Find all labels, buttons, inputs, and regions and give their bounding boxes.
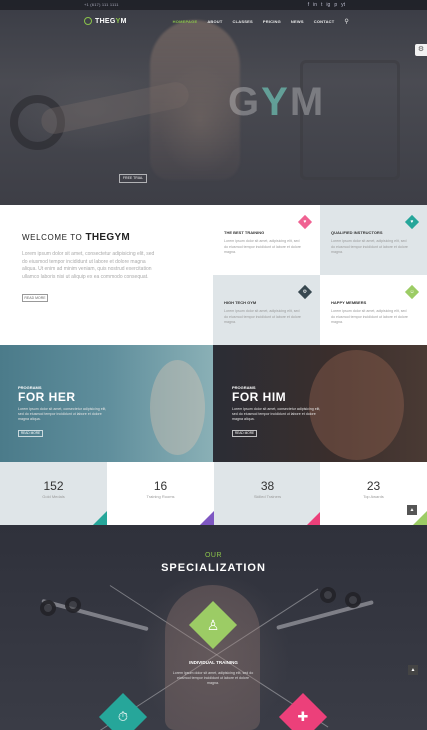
nav-item-contact[interactable]: CONTACT — [314, 19, 335, 24]
program-her-text: Lorem ipsum dolor sit amet, consectetur … — [18, 407, 107, 421]
stat-gold-medals: 152 Gold Medals — [0, 462, 107, 525]
program-her-figure — [150, 360, 205, 455]
feature-text: Lorem ipsum dolor sit amet, adipisicing … — [331, 309, 408, 324]
barbell-plate — [320, 587, 336, 603]
feature-best-training-badge: ♥ — [297, 214, 313, 230]
feature-title: HIGH TECH GYM — [224, 300, 257, 305]
main-nav: HOMEPAGE ABOUT CLASSES PRICING NEWS CONT… — [173, 18, 349, 25]
stat-training-rooms: 16 Training Rooms — [107, 462, 214, 525]
feature-text: Lorem ipsum dolor sit amet, adipisicing … — [224, 309, 301, 324]
hero-section: +1 (617) 111 1111 f in t ig p yt THEGYM … — [0, 0, 427, 205]
feature-qualified-instructors: ♥ QUALIFIED INSTRUCTORS Lorem ipsum dolo… — [320, 205, 427, 275]
feature-happy-members-badge: ☺ — [404, 284, 420, 300]
hero-title: GYM — [228, 80, 326, 124]
specialization-item-title: INDIVIDUAL TRAINING — [189, 660, 238, 665]
logo[interactable]: THEGYM — [84, 17, 127, 25]
facebook-icon[interactable]: f — [308, 2, 309, 8]
nav-item-pricing[interactable]: PRICING — [263, 19, 281, 24]
stat-number: 152 — [43, 479, 64, 493]
twitter-icon[interactable]: t — [321, 2, 322, 8]
stats-section: 152 Gold Medals 16 Training Rooms 38 Ski… — [0, 462, 427, 525]
smile-icon: ☺ — [409, 289, 415, 295]
feature-high-tech-gym-badge: ⚙ — [297, 284, 313, 300]
stat-label: Gold Medals — [42, 494, 65, 499]
logo-text: THEGYM — [95, 17, 127, 25]
program-him-read-more-button[interactable]: READ MORE — [232, 430, 257, 437]
linkedin-icon[interactable]: in — [313, 2, 317, 8]
stat-skilled-trainers: 38 Skilled Trainers — [214, 462, 321, 525]
stat-top-awards: 23 Top Awards — [320, 462, 427, 525]
stat-corner-accent — [200, 511, 214, 525]
person-icon: ♙ — [206, 617, 220, 633]
hero-background-figure — [150, 20, 240, 180]
search-icon[interactable]: ⚲ — [344, 18, 349, 25]
stat-number: 16 — [153, 479, 168, 493]
barbell-plate — [345, 592, 361, 608]
specialization-item-text: Lorem ipsum dolor sit amet, adipisicing … — [172, 671, 254, 686]
nav-item-classes[interactable]: CLASSES — [233, 19, 253, 24]
nav-item-news[interactable]: NEWS — [291, 19, 304, 24]
feature-text: Lorem ipsum dolor sit amet, adipisicing … — [224, 239, 301, 254]
barbell-plate — [65, 597, 81, 613]
program-her-title: FOR HER — [18, 390, 76, 404]
specialization-badge-left[interactable]: ⏱ — [98, 692, 148, 730]
social-links: f in t ig p yt — [308, 2, 345, 8]
specialization-title: SPECIALIZATION — [161, 562, 266, 574]
dumbbell-icon: ✚ — [297, 709, 309, 724]
feature-best-training: ♥ THE BEST TRAINING Lorem ipsum dolor si… — [213, 205, 320, 275]
feature-title: QUALIFIED INSTRUCTORS — [331, 230, 383, 235]
welcome-section: WELCOME TO THEGYM Lorem ipsum dolor sit … — [0, 205, 427, 345]
youtube-icon[interactable]: yt — [341, 2, 345, 8]
program-him-text: Lorem ipsum dolor sit amet, consectetur … — [232, 407, 321, 421]
gear-icon: ⚙ — [302, 289, 308, 295]
stat-number: 38 — [260, 479, 275, 493]
program-for-him[interactable]: PROGRAMS FOR HIM Lorem ipsum dolor sit a… — [214, 345, 427, 462]
program-her-read-more-button[interactable]: READ MORE — [18, 430, 43, 437]
program-him-figure — [309, 350, 404, 460]
barbell-plate — [40, 600, 56, 616]
specialization-overline: OUR — [204, 552, 223, 559]
scroll-up-icon[interactable]: ▲ — [408, 665, 418, 675]
feature-qualified-instructors-badge: ♥ — [404, 214, 420, 230]
top-bar-phone: +1 (617) 111 1111 — [84, 2, 119, 7]
instagram-icon[interactable]: ig — [326, 2, 330, 8]
heart-icon: ♥ — [410, 219, 414, 225]
feature-title: THE BEST TRAINING — [224, 230, 265, 235]
stopwatch-icon: ⏱ — [117, 709, 129, 724]
stat-number: 23 — [366, 479, 381, 493]
stat-label: Top Awards — [363, 494, 384, 499]
settings-gear-icon[interactable]: ⚙ — [415, 44, 427, 56]
nav-item-about[interactable]: ABOUT — [207, 19, 222, 24]
welcome-read-more-button[interactable]: READ MORE — [22, 294, 48, 302]
stat-label: Skilled Trainers — [253, 494, 282, 499]
specialization-section: OUR SPECIALIZATION ♙ INDIVIDUAL TRAINING… — [0, 525, 427, 730]
heart-icon: ♥ — [303, 219, 307, 225]
nav-item-homepage[interactable]: HOMEPAGE — [173, 19, 198, 24]
stat-label: Training Rooms — [146, 494, 175, 499]
program-him-title: FOR HIM — [232, 390, 287, 404]
stat-corner-accent — [307, 511, 321, 525]
program-for-her[interactable]: PROGRAMS FOR HER Lorem ipsum dolor sit a… — [0, 345, 213, 462]
welcome-title: WELCOME TO THEGYM — [22, 232, 131, 243]
programs-section: PROGRAMS FOR HER Lorem ipsum dolor sit a… — [0, 345, 427, 462]
pinterest-icon[interactable]: p — [334, 2, 337, 8]
feature-text: Lorem ipsum dolor sit amet, adipisicing … — [331, 239, 408, 254]
page: +1 (617) 111 1111 f in t ig p yt THEGYM … — [0, 0, 427, 730]
hero-free-trial-button[interactable]: FREE TRIAL — [119, 174, 147, 183]
logo-mark-icon — [84, 17, 92, 25]
feature-high-tech-gym: ⚙ HIGH TECH GYM Lorem ipsum dolor sit am… — [213, 275, 320, 345]
feature-title: HAPPY MEMBERS — [331, 300, 367, 305]
barbell-left — [41, 598, 149, 632]
stat-corner-accent — [93, 511, 107, 525]
top-bar: +1 (617) 111 1111 f in t ig p yt — [0, 0, 427, 10]
feature-happy-members: ☺ HAPPY MEMBERS Lorem ipsum dolor sit am… — [320, 275, 427, 345]
individual-training-badge[interactable]: ♙ — [188, 600, 238, 650]
welcome-text: Lorem ipsum dolor sit amet, consectetur … — [22, 251, 155, 280]
scroll-up-icon[interactable]: ▲ — [407, 505, 417, 515]
